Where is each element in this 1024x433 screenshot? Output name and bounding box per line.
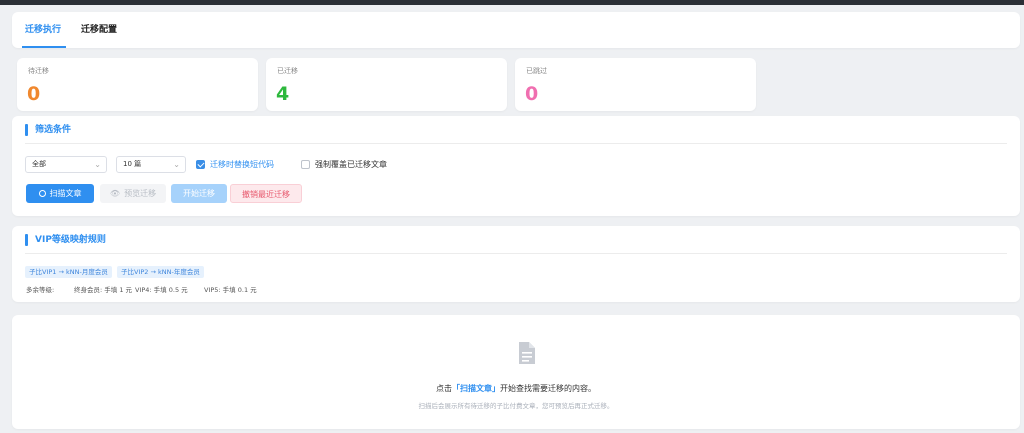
eye-icon: 👁 <box>109 189 121 198</box>
checkbox-checked-icon[interactable] <box>196 160 205 169</box>
empty-state-hint: 扫描后会展示所有待迁移的子比付费文章，您可预览后再正式迁移。 <box>418 402 614 410</box>
empty-prefix: 点击 <box>436 384 452 393</box>
chevron-down-icon: ⌄ <box>94 160 101 169</box>
empty-highlight: 「扫描文章」 <box>452 384 500 393</box>
preview-button[interactable]: 👁 预览迁移 <box>100 184 166 203</box>
tab-migration-execute[interactable]: 迁移执行 <box>21 12 67 48</box>
empty-state-panel: 点击「扫描文章」开始查找需要迁移的内容。 扫描后会展示所有待迁移的子比付费文章，… <box>12 315 1020 429</box>
stat-value: 0 <box>27 83 41 105</box>
start-migration-button[interactable]: 开始迁移 <box>171 184 227 203</box>
section-title: VIP等级映射规则 <box>25 234 106 246</box>
button-label: 撤销最近迁移 <box>242 190 290 199</box>
button-label: 扫描文章 <box>49 189 82 198</box>
stat-label: 已跳过 <box>526 67 547 75</box>
stat-value: 4 <box>276 83 290 105</box>
checkbox-label: 强制覆盖已迁移文章 <box>315 160 387 169</box>
extra-level-item: 终身会员: 手填 1 元 <box>74 286 133 294</box>
vip-mapping-panel: VIP等级映射规则 子比VIP1 → kNN-月度会员 子比VIP2 → kNN… <box>12 226 1020 302</box>
stat-label: 待迁移 <box>28 67 49 75</box>
count-select-value: 10 篇 <box>123 160 142 168</box>
button-label: 开始迁移 <box>183 189 215 198</box>
search-icon <box>38 190 46 197</box>
vip-mapping-tag: 子比VIP2 → kNN-年度会员 <box>117 266 204 278</box>
scan-button[interactable]: 扫描文章 <box>26 184 94 203</box>
empty-state-message: 点击「扫描文章」开始查找需要迁移的内容。 <box>12 383 1020 394</box>
section-title: 筛选条件 <box>25 124 71 136</box>
stat-value: 0 <box>525 83 539 105</box>
stat-card-pending: 待迁移 0 <box>17 58 258 111</box>
stat-card-skipped: 已跳过 0 <box>515 58 756 111</box>
window-top-bar <box>0 0 1024 5</box>
scope-select-value: 全部 <box>32 160 46 168</box>
divider <box>25 253 1007 254</box>
force-overwrite-checkbox[interactable]: 强制覆盖已迁移文章 <box>301 159 411 171</box>
document-icon <box>519 342 535 364</box>
count-select[interactable]: 10 篇 ⌄ <box>116 156 186 173</box>
checkbox-unchecked-icon[interactable] <box>301 160 310 169</box>
button-label: 预览迁移 <box>124 189 157 198</box>
extra-levels-label: 多余等级: <box>26 286 55 294</box>
stat-card-migrated: 已迁移 4 <box>266 58 507 111</box>
divider <box>25 143 1007 144</box>
tab-migration-config[interactable]: 迁移配置 <box>81 12 117 48</box>
replace-shortcode-checkbox[interactable]: 迁移时替换短代码 <box>196 159 296 171</box>
empty-suffix: 开始查找需要迁移的内容。 <box>500 384 596 393</box>
chevron-down-icon: ⌄ <box>173 160 180 169</box>
stat-label: 已迁移 <box>277 67 298 75</box>
undo-migration-button[interactable]: 撤销最近迁移 <box>230 184 302 203</box>
filter-panel: 筛选条件 全部 ⌄ 10 篇 ⌄ 迁移时替换短代码 强制覆盖已迁移文章 扫描文章… <box>12 116 1020 216</box>
vip-mapping-tag: 子比VIP1 → kNN-月度会员 <box>25 266 112 278</box>
scope-select[interactable]: 全部 ⌄ <box>25 156 107 173</box>
extra-level-item: VIP5: 手填 0.1 元 <box>204 286 257 294</box>
checkbox-label: 迁移时替换短代码 <box>210 160 274 169</box>
extra-level-item: VIP4: 手填 0.5 元 <box>135 286 188 294</box>
tab-bar: 迁移执行 迁移配置 <box>12 12 1020 48</box>
